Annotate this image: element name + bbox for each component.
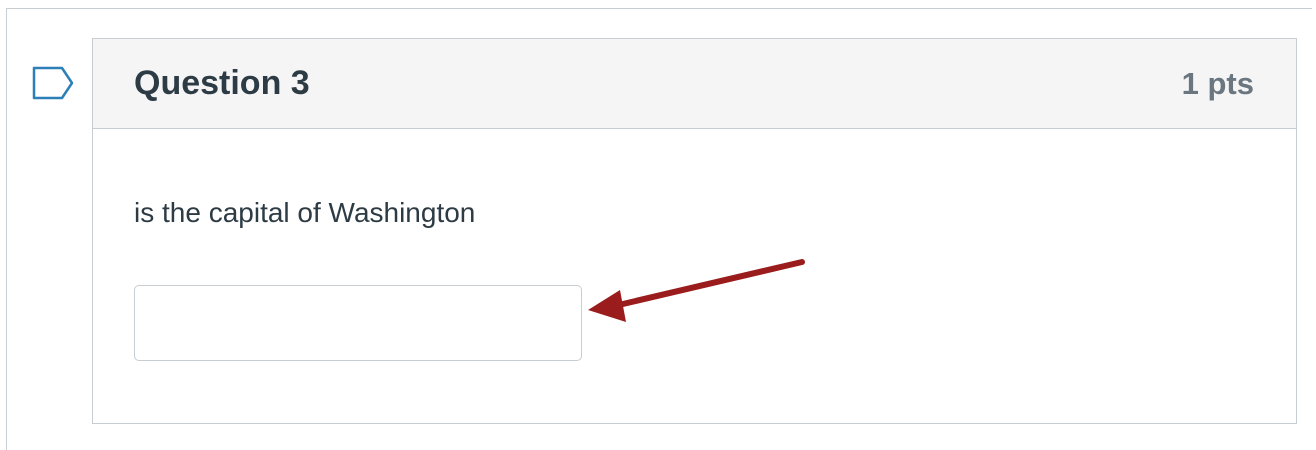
question-title: Question 3 (134, 64, 310, 102)
flag-icon[interactable] (32, 66, 74, 100)
quiz-page: Question 3 1 pts is the capital of Washi… (0, 0, 1316, 450)
answer-input[interactable] (134, 285, 582, 361)
question-points: 1 pts (1181, 65, 1254, 101)
question-header: Question 3 1 pts (93, 39, 1296, 129)
question-card: Question 3 1 pts is the capital of Washi… (92, 38, 1297, 424)
question-text: is the capital of Washington (134, 197, 476, 228)
arrow-icon (588, 259, 805, 322)
